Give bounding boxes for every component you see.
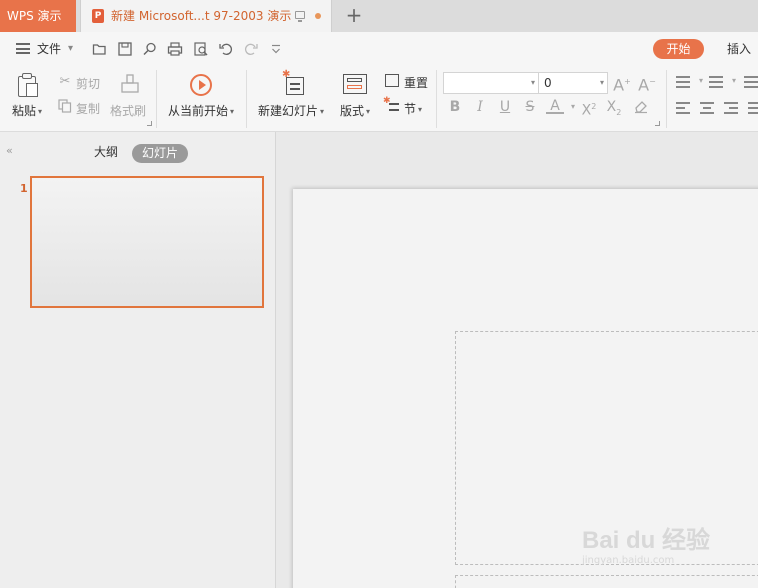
slide-number: 1 — [20, 182, 28, 195]
reset-button[interactable]: 重置 — [404, 74, 428, 91]
tab-slides[interactable]: 幻灯片 — [132, 144, 188, 163]
document-tab-title: 新建 Microsoft...t 97-2003 演示 — [111, 9, 292, 23]
font-size-combo[interactable]: 0 ▾ — [539, 72, 608, 94]
layout-icon[interactable] — [343, 74, 367, 94]
print-icon[interactable] — [167, 41, 183, 57]
hamburger-menu-icon[interactable] — [16, 43, 30, 54]
justify-icon[interactable] — [748, 100, 758, 116]
chevron-down-icon[interactable]: ▾ — [692, 72, 710, 90]
decrease-font-size-icon[interactable]: A− — [637, 72, 657, 94]
presentation-file-icon: P — [92, 9, 104, 23]
font-dialog-launcher[interactable] — [655, 121, 660, 126]
find-icon[interactable] — [142, 41, 158, 57]
slide-thumbnail[interactable] — [30, 176, 264, 308]
customize-quick-access-icon[interactable] — [268, 41, 284, 57]
copy-icon[interactable] — [57, 99, 73, 115]
quick-access-bar: 文件 ▾ 开始 插入 — [0, 32, 758, 66]
align-right-icon[interactable] — [724, 100, 740, 116]
ribbon-separator — [156, 70, 157, 128]
new-tab-button[interactable]: + — [343, 4, 365, 26]
tab-insert[interactable]: 插入 — [727, 32, 751, 66]
scissors-icon[interactable]: ✂ — [57, 74, 73, 90]
chevron-down-icon[interactable]: ▾ — [531, 73, 535, 93]
watermark-url: jingyan.baidu.com — [582, 555, 675, 566]
print-preview-icon[interactable] — [193, 41, 209, 57]
underline-icon[interactable]: U — [496, 98, 514, 116]
italic-icon[interactable]: I — [471, 98, 489, 116]
font-size-value: 0 — [544, 76, 552, 90]
font-color-icon[interactable]: A — [546, 98, 564, 114]
chevron-down-icon[interactable]: ▾ — [68, 41, 73, 57]
superscript-icon[interactable]: X2 — [580, 98, 598, 119]
ribbon-separator — [666, 70, 667, 128]
increase-font-size-icon[interactable]: A+ — [612, 72, 632, 94]
copy-button[interactable]: 复制 — [76, 100, 100, 117]
clear-format-icon[interactable] — [632, 98, 650, 116]
numbered-list-icon[interactable] — [709, 74, 725, 90]
slide-panel: ‹‹ 大纲 幻灯片 1 — [0, 132, 276, 588]
bullet-list-icon[interactable] — [676, 74, 692, 90]
app-tab[interactable]: WPS 演示 — [0, 0, 76, 32]
file-menu[interactable]: 文件 — [37, 32, 61, 66]
undo-icon[interactable] — [218, 41, 234, 57]
align-left-icon[interactable] — [676, 100, 692, 116]
cut-button[interactable]: 剪切 — [76, 75, 100, 92]
ribbon-separator — [246, 70, 247, 128]
collapse-panel-icon[interactable]: ‹‹ — [6, 144, 13, 158]
monitor-icon[interactable] — [295, 11, 305, 22]
ribbon-separator — [436, 70, 437, 128]
section-icon[interactable]: ✱ — [383, 96, 400, 114]
decrease-indent-icon[interactable] — [744, 74, 758, 90]
new-slide-button[interactable]: 新建幻灯片 ▾ — [258, 102, 324, 119]
watermark-logo: Bai du 经验 — [582, 527, 711, 554]
format-painter-button[interactable]: 格式刷 — [110, 102, 146, 119]
ribbon: 粘贴 ▾ ✂ 剪切 复制 格式刷 从当前开始 ▾ ✱ 新建幻灯片 ▾ 版式 ▾ 重置 ✱… — [0, 66, 758, 132]
format-painter-icon[interactable] — [120, 74, 140, 94]
align-center-icon[interactable] — [700, 100, 716, 116]
paste-icon[interactable] — [17, 72, 39, 98]
open-folder-icon[interactable] — [92, 41, 108, 57]
from-current-button[interactable]: 从当前开始 ▾ — [168, 102, 234, 119]
title-bar: WPS 演示 P 新建 Microsoft...t 97-2003 演示 + — [0, 0, 758, 32]
strikethrough-icon[interactable]: S — [521, 98, 539, 116]
layout-button[interactable]: 版式 ▾ — [340, 102, 370, 119]
new-slide-icon[interactable]: ✱ — [282, 69, 305, 96]
paste-button[interactable]: 粘贴 ▾ — [12, 102, 42, 119]
chevron-down-icon[interactable]: ▾ — [725, 72, 743, 90]
tab-start[interactable]: 开始 — [653, 39, 704, 59]
document-tab[interactable]: P 新建 Microsoft...t 97-2003 演示 — [80, 0, 332, 32]
reset-icon[interactable] — [385, 74, 399, 87]
unsaved-dot-icon — [315, 13, 321, 19]
clipboard-dialog-launcher[interactable] — [147, 121, 152, 126]
font-name-combo[interactable]: ▾ — [443, 72, 539, 94]
play-icon[interactable] — [190, 74, 212, 96]
section-button[interactable]: 节 ▾ — [404, 100, 422, 117]
footer-placeholder[interactable] — [455, 575, 758, 588]
save-icon[interactable] — [117, 41, 133, 57]
chevron-down-icon[interactable]: ▾ — [600, 73, 604, 93]
subscript-icon[interactable]: X2 — [605, 98, 623, 117]
tab-outline[interactable]: 大纲 — [94, 144, 118, 160]
bold-icon[interactable]: B — [446, 98, 464, 116]
redo-icon[interactable] — [243, 41, 259, 57]
